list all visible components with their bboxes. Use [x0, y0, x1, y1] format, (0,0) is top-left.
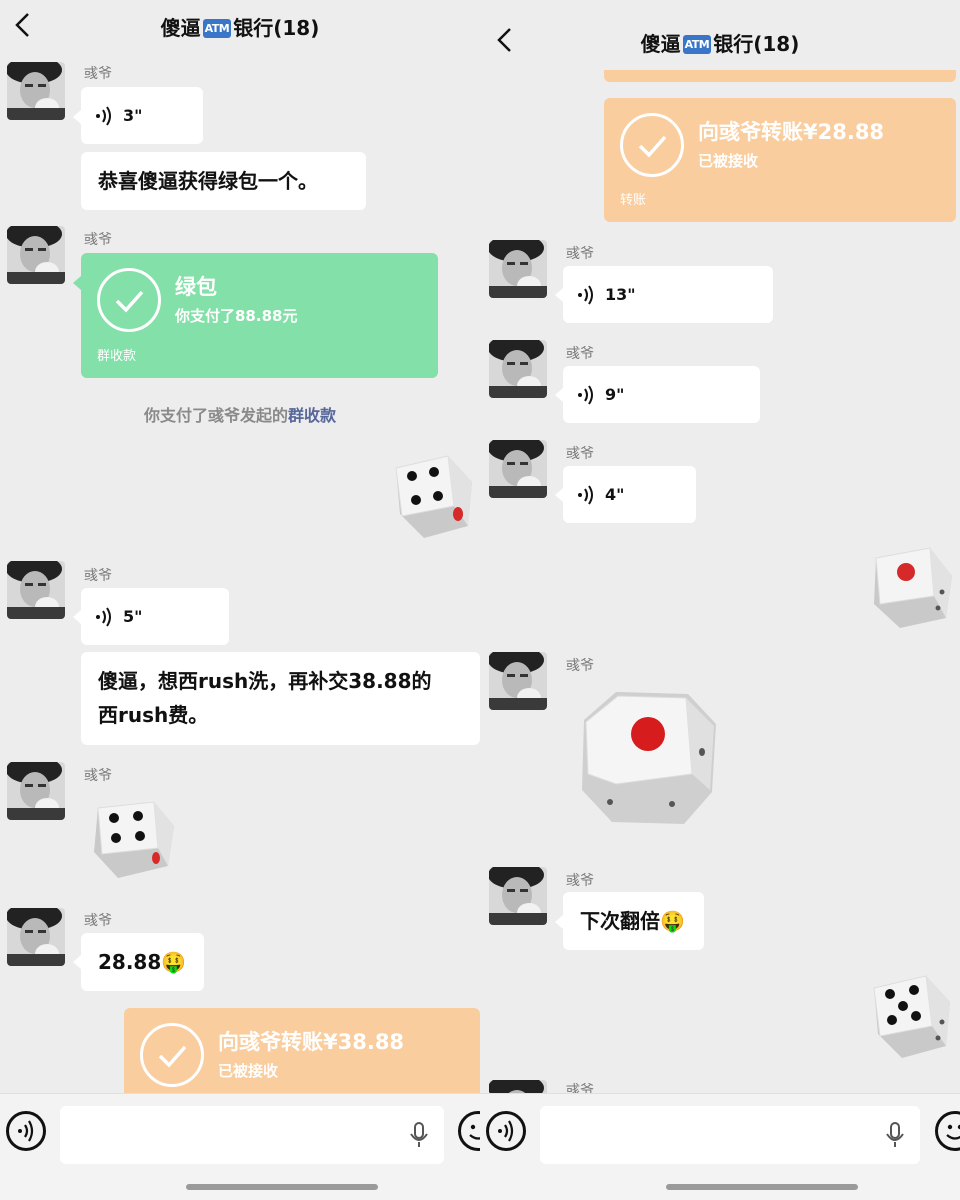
voice-duration: 9": [605, 385, 625, 404]
card-subtitle: 已被接收: [698, 152, 759, 170]
chat-screen-right: 傻逼 ATM 银行(18) 向彧爷转账¥28.88 已被接收 转账 彧爷 13" 彧…: [480, 0, 960, 1200]
voice-message[interactable]: 9": [563, 366, 760, 423]
card-title: 绿包: [175, 275, 217, 299]
voice-wave-icon: [96, 105, 111, 126]
voice-wave-icon: [96, 606, 111, 627]
avatar[interactable]: [489, 240, 547, 298]
card-footer: 转账: [620, 193, 647, 208]
chat-header: 傻逼 ATM 银行(18): [0, 0, 480, 60]
bubble-tail: [73, 276, 81, 290]
avatar[interactable]: [7, 62, 65, 120]
check-circle-icon: [97, 268, 161, 332]
system-notice: 你支付了彧爷发起的群收款: [0, 402, 480, 426]
bubble-tail: [555, 488, 563, 502]
avatar[interactable]: [489, 440, 547, 498]
dice-icon[interactable]: [866, 540, 956, 632]
dice-icon[interactable]: [88, 792, 178, 882]
avatar[interactable]: [7, 226, 65, 284]
voice-duration: 3": [123, 106, 143, 125]
dice-icon[interactable]: [576, 684, 722, 830]
text-message[interactable]: 下次翻倍🤑: [563, 892, 704, 950]
title-text: 傻逼: [160, 16, 201, 40]
message-input[interactable]: [540, 1106, 920, 1164]
avatar[interactable]: [489, 652, 547, 710]
title-count: 银行(18): [233, 16, 320, 40]
avatar[interactable]: [7, 762, 65, 820]
chat-title: 傻逼 ATM 银行(18): [0, 12, 480, 41]
card-subtitle: 你支付了88.88元: [175, 307, 298, 325]
sender-name: 彧爷: [84, 66, 112, 82]
bubble-tail: [555, 288, 563, 302]
avatar[interactable]: [7, 908, 65, 966]
chat-title: 傻逼 ATM 银行(18): [480, 28, 960, 57]
home-indicator[interactable]: [666, 1184, 858, 1190]
sender-name: 彧爷: [566, 873, 594, 889]
title-text: 傻逼: [640, 32, 681, 56]
atm-emoji: ATM: [202, 19, 232, 38]
voice-message[interactable]: 3": [81, 87, 203, 144]
group-collection-link[interactable]: 群收款: [288, 406, 336, 425]
title-count: 银行(18): [713, 32, 800, 56]
voice-duration: 13": [605, 285, 636, 304]
voice-wave-icon: [578, 284, 593, 305]
text-message[interactable]: 傻逼，想西rush洗，再补交38.88的 西rush费。: [81, 652, 480, 745]
bubble-tail: [73, 110, 81, 124]
check-circle-icon: [620, 113, 684, 177]
voice-message[interactable]: 13": [563, 266, 773, 323]
emoji-icon[interactable]: [458, 1111, 480, 1151]
text-message[interactable]: 28.88🤑: [81, 933, 204, 991]
dice-icon[interactable]: [866, 968, 956, 1060]
card-footer: 群收款: [97, 349, 137, 364]
voice-wave-icon: [578, 484, 593, 505]
sender-name: 彧爷: [566, 658, 594, 674]
card-title: 向彧爷转账¥38.88: [218, 1030, 405, 1054]
voice-duration: 4": [605, 485, 625, 504]
bubble-tail: [555, 915, 563, 929]
sender-name: 彧爷: [566, 446, 594, 462]
text-line: 傻逼，想西rush洗，再补交38.88的: [98, 669, 432, 693]
voice-wave-icon: [578, 384, 593, 405]
sender-name: 彧爷: [84, 568, 112, 584]
bubble-tail: [73, 955, 81, 969]
system-text: 你支付了彧爷发起的: [143, 406, 288, 425]
chat-header: 傻逼 ATM 银行(18): [480, 0, 960, 80]
voice-duration: 5": [123, 607, 143, 626]
sender-name: 彧爷: [84, 232, 112, 248]
voice-mode-icon[interactable]: [6, 1111, 46, 1151]
check-circle-icon: [140, 1023, 204, 1087]
sender-name: 彧爷: [566, 246, 594, 262]
group-collection-card[interactable]: 绿包 你支付了88.88元 群收款: [81, 253, 438, 378]
atm-emoji: ATM: [682, 35, 712, 54]
voice-message[interactable]: 5": [81, 588, 229, 645]
text-line: 西rush费。: [98, 703, 209, 727]
chat-screen-left: 傻逼 ATM 银行(18) 彧爷 3" 恭喜傻逼获得绿包一个。 彧爷 绿包 你支付了…: [0, 0, 480, 1200]
previous-card-edge: [604, 70, 956, 82]
message-input[interactable]: [60, 1106, 444, 1164]
avatar[interactable]: [7, 561, 65, 619]
voice-message[interactable]: 4": [563, 466, 696, 523]
card-title: 向彧爷转账¥28.88: [698, 120, 885, 144]
text-message[interactable]: 恭喜傻逼获得绿包一个。: [81, 152, 366, 210]
sender-name: 彧爷: [566, 346, 594, 362]
home-indicator[interactable]: [186, 1184, 378, 1190]
mic-icon[interactable]: [409, 1122, 429, 1148]
voice-mode-icon[interactable]: [486, 1111, 526, 1151]
bubble-tail: [555, 388, 563, 402]
emoji-icon[interactable]: [935, 1111, 960, 1151]
avatar[interactable]: [489, 340, 547, 398]
sender-name: 彧爷: [84, 913, 112, 929]
card-subtitle: 已被接收: [218, 1062, 279, 1080]
transfer-card[interactable]: 向彧爷转账¥28.88 已被接收 转账: [604, 98, 956, 222]
bubble-tail: [73, 610, 81, 624]
sender-name: 彧爷: [84, 768, 112, 784]
avatar[interactable]: [489, 867, 547, 925]
mic-icon[interactable]: [885, 1122, 905, 1148]
dice-icon[interactable]: [388, 448, 478, 540]
